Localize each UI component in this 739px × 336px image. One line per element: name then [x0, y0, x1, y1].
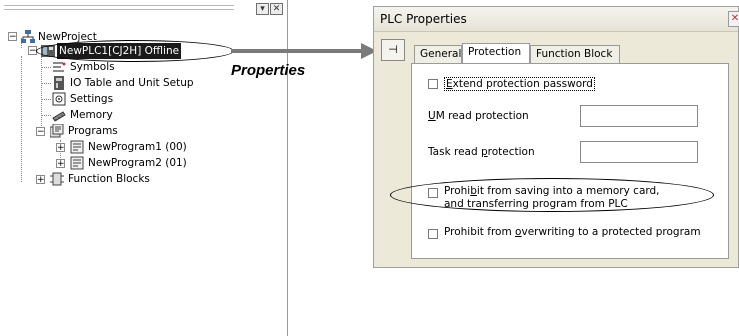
pane-close-button[interactable]: ✕ — [270, 3, 283, 15]
prohibit-overwrite-label: Prohibit from overwriting to a protected… — [444, 226, 701, 238]
protection-panel: Extend protection password UM read prote… — [411, 63, 729, 259]
label-accel: p — [480, 146, 488, 158]
tree-item-label: Programs — [68, 125, 118, 137]
um-read-label: UM read protection — [428, 110, 529, 122]
tree-connector — [41, 67, 51, 68]
label-rest: verwriting to a protected program — [521, 226, 701, 238]
label-rest: xtend protection password — [452, 78, 593, 90]
pane-dropdown-button[interactable]: ▾ — [256, 3, 269, 15]
program-icon — [70, 140, 84, 154]
prohibit-overwrite-checkbox[interactable] — [428, 229, 438, 239]
properties-callout-label: Properties — [231, 62, 306, 79]
expand-toggle-icon[interactable]: + — [56, 143, 65, 153]
um-read-password-input[interactable] — [580, 105, 698, 127]
properties-arrow-icon — [231, 43, 377, 59]
io-table-icon — [54, 76, 64, 90]
dialog-titlebar: PLC Properties ✕ — [374, 7, 739, 32]
tab-general[interactable]: General — [414, 45, 462, 63]
titlebar-grip-line — [4, 9, 234, 13]
extend-password-label: Extend protection password — [444, 77, 595, 91]
tree-connector — [21, 56, 22, 182]
tree-connector — [41, 115, 51, 116]
plc-highlight-ellipse — [36, 40, 234, 62]
pane-titlebar: ▾ ✕ — [0, 0, 288, 17]
tree-item-label: NewProgram1 (00) — [88, 141, 187, 153]
tree-item-label: Memory — [70, 109, 113, 121]
close-icon[interactable]: ✕ — [728, 11, 739, 27]
collapse-toggle-icon[interactable]: − — [8, 32, 17, 42]
label-accel: U — [428, 110, 436, 122]
settings-icon — [52, 92, 66, 106]
label-rest: M read protection — [435, 110, 529, 122]
tree-item-label: NewProgram2 (01) — [88, 157, 187, 169]
plc-properties-dialog: PLC Properties ✕ ⊣ General Protection Fu… — [373, 6, 739, 268]
expand-toggle-icon[interactable]: + — [36, 175, 45, 185]
label-prefix: Prohibit from — [444, 226, 516, 238]
tree-connector — [41, 99, 51, 100]
tree-item-label: Settings — [70, 93, 114, 105]
function-blocks-icon — [50, 172, 64, 186]
memory-icon — [52, 111, 66, 122]
expand-toggle-icon[interactable]: + — [56, 159, 65, 169]
tree-item-label: IO Table and Unit Setup — [70, 77, 194, 89]
prohibit-highlight-ellipse — [390, 178, 714, 212]
label-accel: E — [446, 78, 453, 90]
programs-icon — [50, 124, 64, 138]
symbols-icon — [53, 62, 66, 72]
tab-protection[interactable]: Protection — [462, 43, 530, 64]
label-rest: rotection — [487, 146, 535, 158]
extend-password-checkbox[interactable] — [428, 79, 438, 89]
label-prefix: Task read — [428, 146, 481, 158]
tab-function-block[interactable]: Function Block — [530, 45, 620, 63]
task-read-password-input[interactable] — [580, 141, 698, 163]
tree-connector — [41, 83, 51, 84]
tree-item-label: Function Blocks — [68, 173, 150, 185]
program-icon — [70, 156, 84, 170]
task-read-label: Task read protection — [428, 146, 535, 158]
collapse-toggle-icon[interactable]: − — [36, 127, 45, 137]
dialog-title: PLC Properties — [380, 12, 467, 26]
project-icon — [21, 30, 35, 43]
pin-icon[interactable]: ⊣ — [381, 39, 405, 61]
